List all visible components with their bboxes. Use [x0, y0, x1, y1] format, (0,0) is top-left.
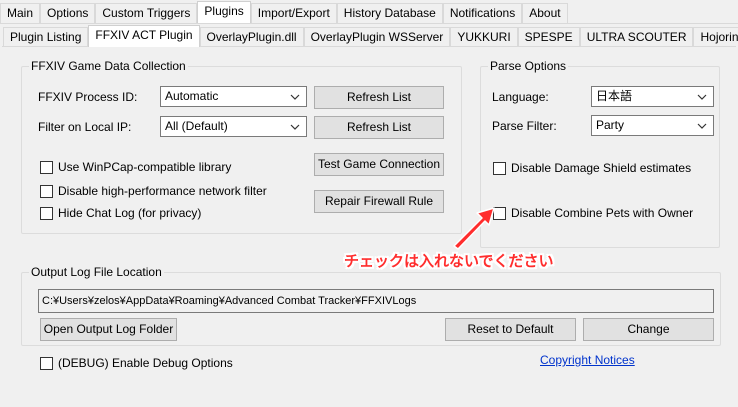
checkbox-box[interactable]: [40, 356, 53, 370]
checkbox-box[interactable]: [40, 160, 53, 174]
checkbox-box[interactable]: [40, 184, 53, 198]
tab-plugin-listing[interactable]: Plugin Listing: [3, 27, 89, 47]
language-label: Language:: [492, 90, 549, 104]
combine-pets-label: Disable Combine Pets with Owner: [511, 206, 694, 220]
parse-filter-select[interactable]: Party: [591, 115, 714, 136]
process-id-select[interactable]: Automatic: [160, 86, 307, 107]
tab-plugins[interactable]: Plugins: [197, 1, 251, 23]
chevron-down-icon: [696, 116, 708, 135]
process-id-value: Automatic: [165, 89, 219, 103]
annotation-arrow-icon: [453, 207, 495, 250]
filter-ip-label: Filter on Local IP:: [38, 120, 132, 134]
chevron-down-icon: [289, 117, 301, 136]
test-connection-button[interactable]: Test Game Connection: [314, 153, 444, 176]
hide-chat-label: Hide Chat Log (for privacy): [58, 206, 202, 220]
tab-history-database[interactable]: History Database: [336, 3, 443, 23]
tab-ultra-scouter[interactable]: ULTRA SCOUTER: [579, 27, 694, 47]
annotation-text: チェックは入れないでください: [344, 252, 554, 270]
hide-chat-checkbox[interactable]: Hide Chat Log (for privacy): [40, 206, 201, 220]
checkbox-box[interactable]: [40, 206, 53, 220]
damage-shield-label: Disable Damage Shield estimates: [511, 161, 692, 175]
tab-notifications[interactable]: Notifications: [442, 3, 523, 23]
tab-overlayplugin-wsserver[interactable]: OverlayPlugin WSServer: [303, 27, 451, 47]
tab-custom-triggers[interactable]: Custom Triggers: [95, 3, 198, 23]
debug-options-label: (DEBUG) Enable Debug Options: [58, 356, 233, 370]
chevron-down-icon: [696, 87, 708, 106]
chevron-down-icon: [289, 87, 301, 106]
tab-import-export[interactable]: Import/Export: [250, 3, 337, 23]
top-tab-bar: Main Options Custom Triggers Plugins Imp…: [0, 1, 568, 23]
refresh-process-button[interactable]: Refresh List: [314, 86, 444, 109]
combine-pets-checkbox[interactable]: Disable Combine Pets with Owner: [493, 206, 693, 220]
parse-filter-label: Parse Filter:: [492, 119, 557, 133]
output-log-path-field[interactable]: C:¥Users¥zelos¥AppData¥Roaming¥Advanced …: [38, 289, 714, 313]
filter-ip-select[interactable]: All (Default): [160, 116, 307, 137]
disable-filter-checkbox[interactable]: Disable high-performance network filter: [40, 184, 267, 198]
disable-filter-label: Disable high-performance network filter: [58, 184, 267, 198]
winpcap-label: Use WinPCap-compatible library: [58, 160, 232, 174]
copyright-link[interactable]: Copyright Notices: [540, 353, 635, 367]
tab-overlayplugin-dll[interactable]: OverlayPlugin.dll: [199, 27, 304, 47]
reset-default-button[interactable]: Reset to Default: [445, 318, 576, 341]
plugin-tab-bar: Plugin Listing FFXIV ACT Plugin OverlayP…: [3, 25, 738, 47]
tab-about[interactable]: About: [522, 3, 568, 23]
change-button[interactable]: Change: [583, 318, 714, 341]
open-log-folder-button[interactable]: Open Output Log Folder: [40, 318, 177, 341]
winpcap-checkbox[interactable]: Use WinPCap-compatible library: [40, 160, 231, 174]
checkbox-box[interactable]: [493, 161, 506, 175]
tab-hojoring[interactable]: Hojoring: [693, 27, 738, 47]
process-id-label: FFXIV Process ID:: [38, 90, 138, 104]
tab-ffxiv-act-plugin[interactable]: FFXIV ACT Plugin: [88, 25, 200, 47]
debug-options-checkbox[interactable]: (DEBUG) Enable Debug Options: [40, 356, 233, 370]
tab-options[interactable]: Options: [40, 3, 96, 23]
repair-firewall-button[interactable]: Repair Firewall Rule: [314, 190, 444, 213]
parse-options-legend: Parse Options: [488, 59, 569, 73]
tab-divider: [0, 23, 738, 24]
damage-shield-checkbox[interactable]: Disable Damage Shield estimates: [493, 161, 691, 175]
language-select[interactable]: 日本語: [591, 86, 714, 107]
tab-main[interactable]: Main: [0, 3, 41, 23]
refresh-ip-button[interactable]: Refresh List: [314, 116, 444, 139]
game-data-legend: FFXIV Game Data Collection: [29, 59, 188, 73]
parse-filter-value: Party: [596, 118, 625, 132]
language-value: 日本語: [596, 89, 633, 103]
output-log-legend: Output Log File Location: [29, 265, 164, 279]
tab-spespe[interactable]: SPESPE: [517, 27, 580, 47]
tab-yukkuri[interactable]: YUKKURI: [450, 27, 518, 47]
filter-ip-value: All (Default): [165, 119, 228, 133]
